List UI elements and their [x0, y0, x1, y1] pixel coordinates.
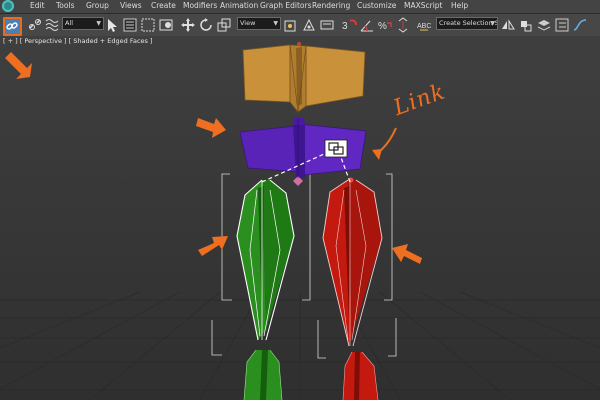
3dsmax-window: Edit Tools Group Views Create Modifiers … [0, 0, 600, 400]
viewport-scene [0, 36, 600, 400]
viewport-label[interactable]: [ + ] [ Perspective ] [ Shaded + Edged F… [3, 37, 153, 46]
link-cursor-icon [324, 139, 348, 158]
